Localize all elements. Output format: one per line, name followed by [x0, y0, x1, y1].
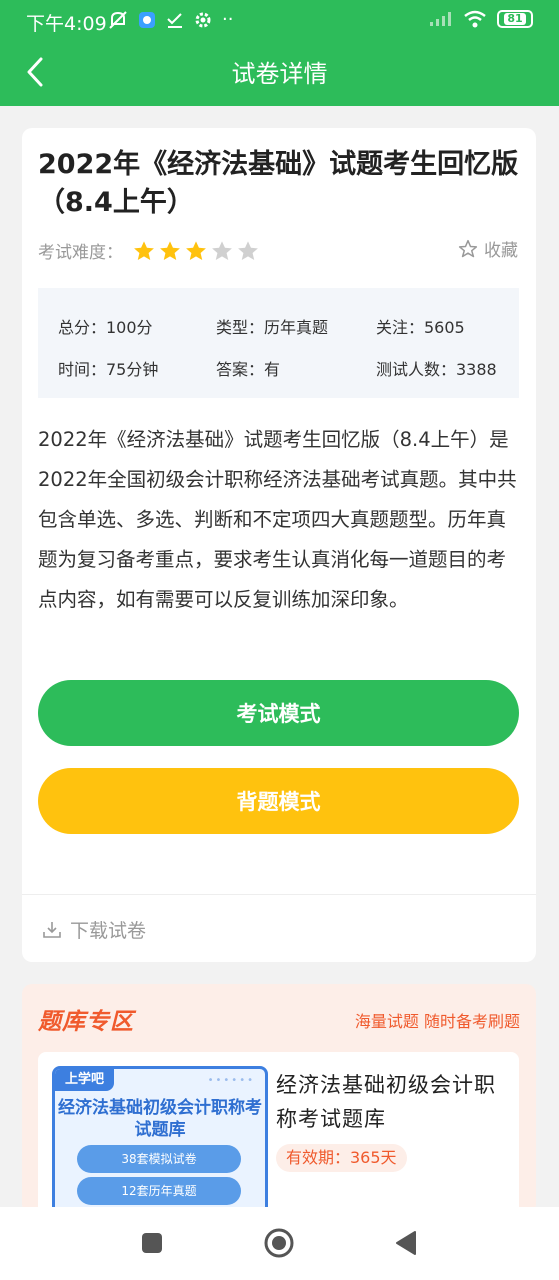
app-notification-icon [139, 11, 155, 28]
favorite-button[interactable]: 收藏 [458, 236, 518, 261]
signal-icon [430, 12, 451, 26]
paper-title: 2022年《经济法基础》试题考生回忆版（8.4上午） [38, 149, 519, 218]
status-left-icons: ·· [108, 9, 233, 30]
circle-icon [264, 1228, 294, 1258]
info-type: 类型：历年真题 [216, 318, 329, 337]
nav-home-button[interactable] [261, 1225, 297, 1261]
download-label: 下载试卷 [70, 920, 147, 942]
product-name: 经济法基础初级会计职称考试题库 [276, 1073, 496, 1131]
app-header: 下午4:09 ·· 81 试卷详情 [0, 0, 559, 106]
nav-recent-button[interactable] [134, 1225, 170, 1261]
cover-pill-past: 12套历年真题 [77, 1177, 241, 1205]
page-title: 试卷详情 [231, 60, 328, 88]
paper-info-box: 总分：100分 类型：历年真题 关注：5605 时间：75分钟 答案：有 测试人… [38, 288, 519, 398]
battery-level: 81 [504, 13, 526, 25]
difficulty-label: 考试难度： [38, 243, 123, 263]
download-paper-button[interactable]: 下载试卷 [42, 916, 146, 943]
more-dots-icon: ·· [222, 9, 234, 30]
triangle-back-icon [396, 1231, 416, 1255]
exam-mode-button[interactable]: 考试模式 [38, 680, 519, 746]
difficulty-row: 考试难度： [38, 238, 259, 263]
system-nav-bar [0, 1207, 559, 1280]
star-empty-icon [212, 240, 232, 260]
star-filled-icon [160, 240, 180, 260]
battery-icon: 81 [497, 10, 533, 28]
product-validity-badge: 有效期：365天 [276, 1144, 407, 1172]
square-icon [142, 1233, 162, 1253]
info-answer: 答案：有 [216, 360, 281, 379]
paper-description: 2022年《经济法基础》试题考生回忆版（8.4上午）是2022年全国初级会计职称… [38, 428, 517, 611]
info-testers: 测试人数：3388 [376, 360, 497, 379]
star-filled-icon [186, 240, 206, 260]
product-cover: 上学吧 •••••• 经济法基础初级会计职称考试题库 38套模拟试卷 12套历年… [52, 1066, 268, 1214]
cover-dots-decoration: •••••• [207, 1075, 255, 1086]
difficulty-stars [133, 240, 259, 262]
zone-title: 题库专区 [38, 1009, 134, 1035]
download-done-icon [167, 12, 182, 28]
nav-back-button[interactable] [388, 1225, 424, 1261]
status-bar: 下午4:09 ·· 81 [0, 0, 559, 42]
cover-logo: 上学吧 [55, 1069, 115, 1091]
cover-pill-mock: 38套模拟试卷 [77, 1145, 241, 1173]
settings-icon [195, 12, 211, 27]
info-total-score: 总分：100分 [58, 318, 153, 337]
star-empty-icon [238, 240, 258, 260]
mute-icon [109, 10, 127, 29]
status-time: 下午4:09 [26, 13, 107, 35]
star-outline-icon [458, 239, 478, 257]
info-duration: 时间：75分钟 [58, 360, 159, 379]
wifi-icon [464, 10, 486, 28]
question-bank-product[interactable]: 上学吧 •••••• 经济法基础初级会计职称考试题库 38套模拟试卷 12套历年… [38, 1052, 519, 1214]
recite-mode-button[interactable]: 背题模式 [38, 768, 519, 834]
status-right-icons: 81 [429, 10, 533, 28]
download-icon [43, 921, 61, 938]
question-bank-zone: 题库专区 海量试题 随时备考刷题 上学吧 •••••• 经济法基础初级会计职称考… [22, 984, 536, 1214]
favorite-label: 收藏 [484, 241, 518, 261]
paper-card: 2022年《经济法基础》试题考生回忆版（8.4上午） 考试难度： 收藏 总分：1… [22, 128, 536, 962]
cover-title: 经济法基础初级会计职称考试题库 [58, 1098, 262, 1140]
divider [22, 894, 536, 895]
zone-slogan: 海量试题 随时备考刷题 [354, 1012, 520, 1031]
star-filled-icon [134, 240, 154, 260]
info-followers: 关注：5605 [376, 318, 465, 337]
